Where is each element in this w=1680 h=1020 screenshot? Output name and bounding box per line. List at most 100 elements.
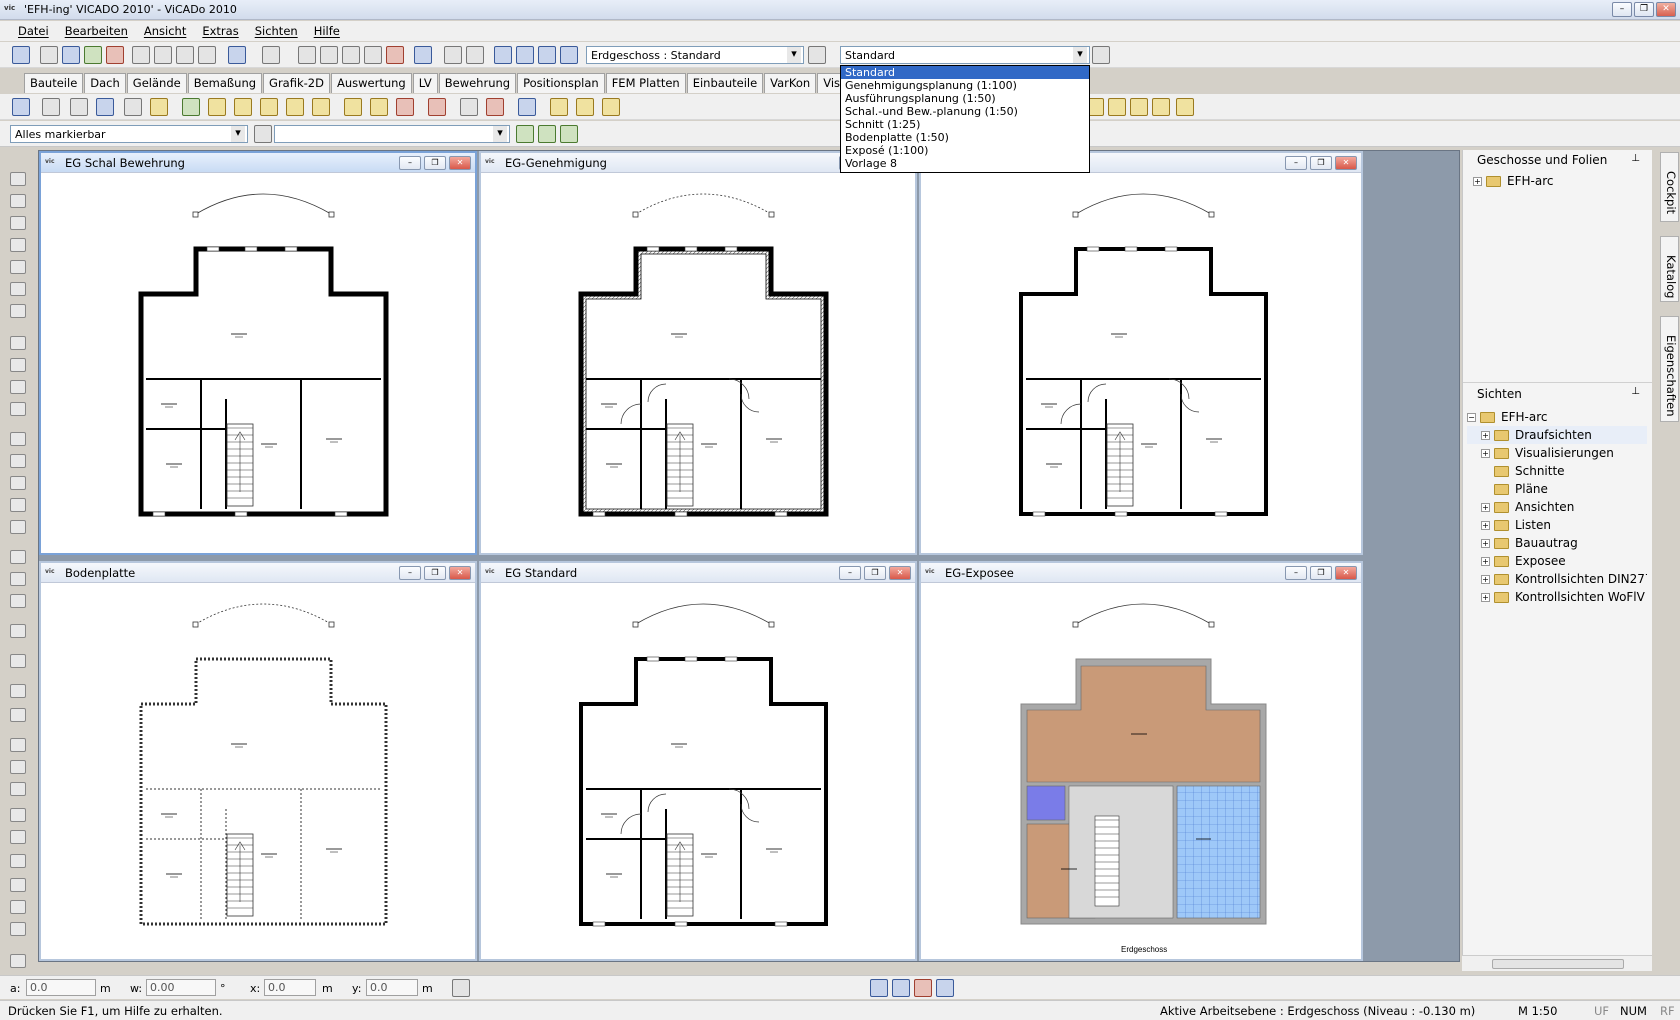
view-combo[interactable]: Standard (840, 46, 1090, 64)
tile-grid-icon[interactable] (538, 46, 556, 64)
left-tool-icon[interactable] (10, 738, 26, 752)
tab-dach[interactable]: Dach (84, 73, 126, 93)
close-button[interactable]: ✕ (449, 566, 471, 580)
left-tool-icon[interactable] (10, 782, 26, 796)
mdi-window-6[interactable]: vic EG-Exposee – ❐ ✕ Erdgeschoss (919, 561, 1363, 961)
restore-button[interactable]: ❐ (1310, 156, 1332, 170)
zoom-out-icon[interactable] (342, 46, 360, 64)
tree-root-efh-arc[interactable]: − EFH-arc (1467, 408, 1647, 426)
close-button[interactable]: ✕ (449, 156, 471, 170)
tab-positionsplan[interactable]: Positionsplan (517, 73, 605, 93)
tree-item-listen[interactable]: + Listen (1467, 516, 1647, 534)
cascade-icon[interactable] (560, 46, 578, 64)
zoom-all-icon[interactable] (386, 46, 404, 64)
roof-window-icon[interactable] (576, 98, 594, 116)
tab-einbauteile[interactable]: Einbauteile (686, 73, 764, 93)
left-tool-icon[interactable] (10, 572, 26, 586)
coord-w-input[interactable]: 0.00 (146, 979, 216, 996)
tab-bewehrung[interactable]: Bewehrung (438, 73, 517, 93)
left-tool-icon[interactable] (10, 654, 26, 668)
dropdown-option-standard[interactable]: Standard (841, 66, 1089, 79)
floor-combo[interactable]: Erdgeschoss : Standard (586, 46, 804, 64)
mdi-window-titlebar[interactable]: vic EG Schal Bewehrung – ❐ ✕ (41, 153, 475, 173)
restore-button[interactable]: ❐ (1634, 2, 1654, 17)
coord-a-input[interactable]: 0.0 (26, 979, 96, 996)
left-tool-icon[interactable] (10, 216, 26, 230)
left-tool-icon[interactable] (10, 878, 26, 892)
menu-hilfe[interactable]: Hilfe (306, 21, 348, 41)
door-tool-icon[interactable] (370, 98, 388, 116)
tab-bauteile[interactable]: Bauteile (24, 73, 84, 93)
left-tool-icon[interactable] (10, 550, 26, 564)
left-tool-icon[interactable] (10, 854, 26, 868)
dropdown-option-vorlage[interactable]: Vorlage 8 (841, 157, 1089, 170)
fence-icon[interactable] (486, 98, 504, 116)
floor-plan-drawing[interactable] (921, 174, 1361, 554)
tile-horizontal-icon[interactable] (494, 46, 512, 64)
mdi-window-4[interactable]: vic Bodenplatte – ❐ ✕ (39, 561, 477, 961)
redo-icon[interactable] (262, 46, 280, 64)
expand-icon[interactable]: + (1481, 449, 1490, 458)
floor-plan-drawing[interactable] (481, 174, 915, 554)
mdi-window-titlebar[interactable]: vic Bodenplatte – ❐ ✕ (41, 563, 475, 583)
dropdown-option-bodenplatte[interactable]: Bodenplatte (1:50) (841, 131, 1089, 144)
floor-plan-drawing[interactable] (481, 584, 915, 958)
mdi-window-2[interactable]: vicEG-Genehmigung–❐✕ (479, 151, 917, 555)
paste-icon[interactable] (198, 46, 216, 64)
close-button[interactable]: ✕ (1335, 156, 1357, 170)
pick-icon[interactable] (96, 98, 114, 116)
print-preview-icon[interactable] (62, 46, 80, 64)
coord-settings-icon[interactable] (452, 979, 470, 997)
slab-icon[interactable] (208, 98, 226, 116)
dropdown-option-expose[interactable]: Exposé (1:100) (841, 144, 1089, 157)
dropdown-option-ausfuehrung[interactable]: Ausführungsplanung (1:50) (841, 92, 1089, 105)
column-icon[interactable] (260, 98, 278, 116)
side-tab-eigenschaften[interactable]: Eigenschaften (1660, 316, 1679, 422)
line-icon[interactable] (42, 98, 60, 116)
tree-item-kontrollsichten-woflv[interactable]: + Kontrollsichten WoFlV (1467, 588, 1647, 606)
redraw-icon[interactable] (414, 46, 432, 64)
left-tool-icon[interactable] (10, 808, 26, 822)
mdi-window-5[interactable]: vic EG Standard – ❐ ✕ (479, 561, 917, 961)
menu-sichten[interactable]: Sichten (247, 21, 306, 41)
menu-datei[interactable]: Datei (10, 21, 57, 41)
pdf-icon[interactable] (106, 46, 124, 64)
left-tool-icon[interactable] (10, 476, 26, 490)
pin-icon[interactable]: ⊥ (1631, 153, 1640, 164)
tile-vertical-icon[interactable] (516, 46, 534, 64)
floor-plan-drawing[interactable]: Erdgeschoss (921, 584, 1361, 958)
angle-icon[interactable] (70, 98, 88, 116)
menu-extras[interactable]: Extras (194, 21, 246, 41)
zoom-window-icon[interactable] (364, 46, 382, 64)
dropdown-option-genehmigung[interactable]: Genehmigungsplanung (1:100) (841, 79, 1089, 92)
close-button[interactable]: ✕ (1656, 2, 1676, 17)
tab-grafik-2d[interactable]: Grafik-2D (263, 73, 330, 93)
left-tool-icon[interactable] (10, 498, 26, 512)
menu-ansicht[interactable]: Ansicht (136, 21, 194, 41)
snap-4-icon[interactable] (936, 979, 954, 997)
left-tool-icon[interactable] (10, 900, 26, 914)
symbol-2-icon[interactable] (1108, 98, 1126, 116)
save-icon[interactable] (12, 46, 30, 64)
left-tool-icon[interactable] (10, 238, 26, 252)
expand-icon[interactable]: + (1481, 431, 1490, 440)
undo-icon[interactable] (228, 46, 246, 64)
expand-icon[interactable]: + (1473, 177, 1482, 186)
copy-icon[interactable] (176, 46, 194, 64)
tree-item-bauautrag[interactable]: + Bauautrag (1467, 534, 1647, 552)
pin-icon[interactable]: ⊥ (1631, 386, 1640, 397)
tab-fem-platten[interactable]: FEM Platten (605, 73, 686, 93)
minimize-button[interactable]: – (1612, 2, 1632, 17)
left-tool-icon[interactable] (10, 260, 26, 274)
left-tool-icon[interactable] (10, 684, 26, 698)
zoom-in-icon[interactable] (320, 46, 338, 64)
left-tool-icon[interactable] (10, 922, 26, 936)
dropdown-option-schnitt[interactable]: Schnitt (1:25) (841, 118, 1089, 131)
right-panel-scrollbar[interactable] (1462, 955, 1652, 971)
arrange-icon[interactable] (466, 46, 484, 64)
window-tool-icon[interactable] (344, 98, 362, 116)
expand-icon[interactable]: + (1481, 575, 1490, 584)
snap-3-icon[interactable] (914, 979, 932, 997)
side-tab-cockpit[interactable]: Cockpit (1660, 152, 1679, 222)
close-button[interactable]: ✕ (1335, 566, 1357, 580)
